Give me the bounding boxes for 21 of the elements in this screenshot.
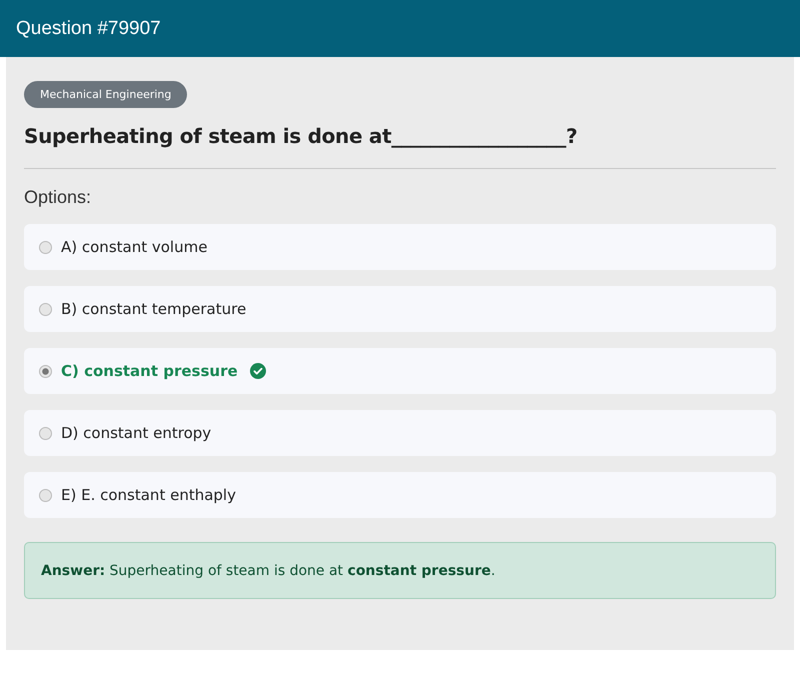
option-row[interactable]: D) constant entropy xyxy=(24,410,776,456)
check-circle-icon xyxy=(250,363,266,379)
page-title: Question #79907 xyxy=(16,18,161,40)
option-text: D) constant entropy xyxy=(61,424,212,442)
category-badge: Mechanical Engineering xyxy=(24,81,188,108)
radio-button[interactable] xyxy=(39,364,52,378)
option-text: A) constant volume xyxy=(61,238,208,256)
option-row[interactable]: C) constant pressure xyxy=(24,348,776,394)
radio-button[interactable] xyxy=(39,302,52,316)
options-heading: Options: xyxy=(24,187,92,208)
option-text: C) constant pressure xyxy=(61,362,238,380)
radio-button[interactable] xyxy=(39,488,52,502)
answer-text: Answer: Superheating of steam is done at constant pressure. xyxy=(41,562,496,578)
question-text: Superheating of steam is done at__________________? xyxy=(24,124,578,148)
radio-button[interactable] xyxy=(39,426,52,440)
radio-button[interactable] xyxy=(39,240,52,254)
option-text: B) constant temperature xyxy=(61,300,246,318)
option-text: E) E. constant enthaply xyxy=(61,486,236,504)
option-row[interactable]: E) E. constant enthaply xyxy=(24,472,776,518)
option-row[interactable]: A) constant volume xyxy=(24,224,776,270)
option-row[interactable]: B) constant temperature xyxy=(24,286,776,332)
